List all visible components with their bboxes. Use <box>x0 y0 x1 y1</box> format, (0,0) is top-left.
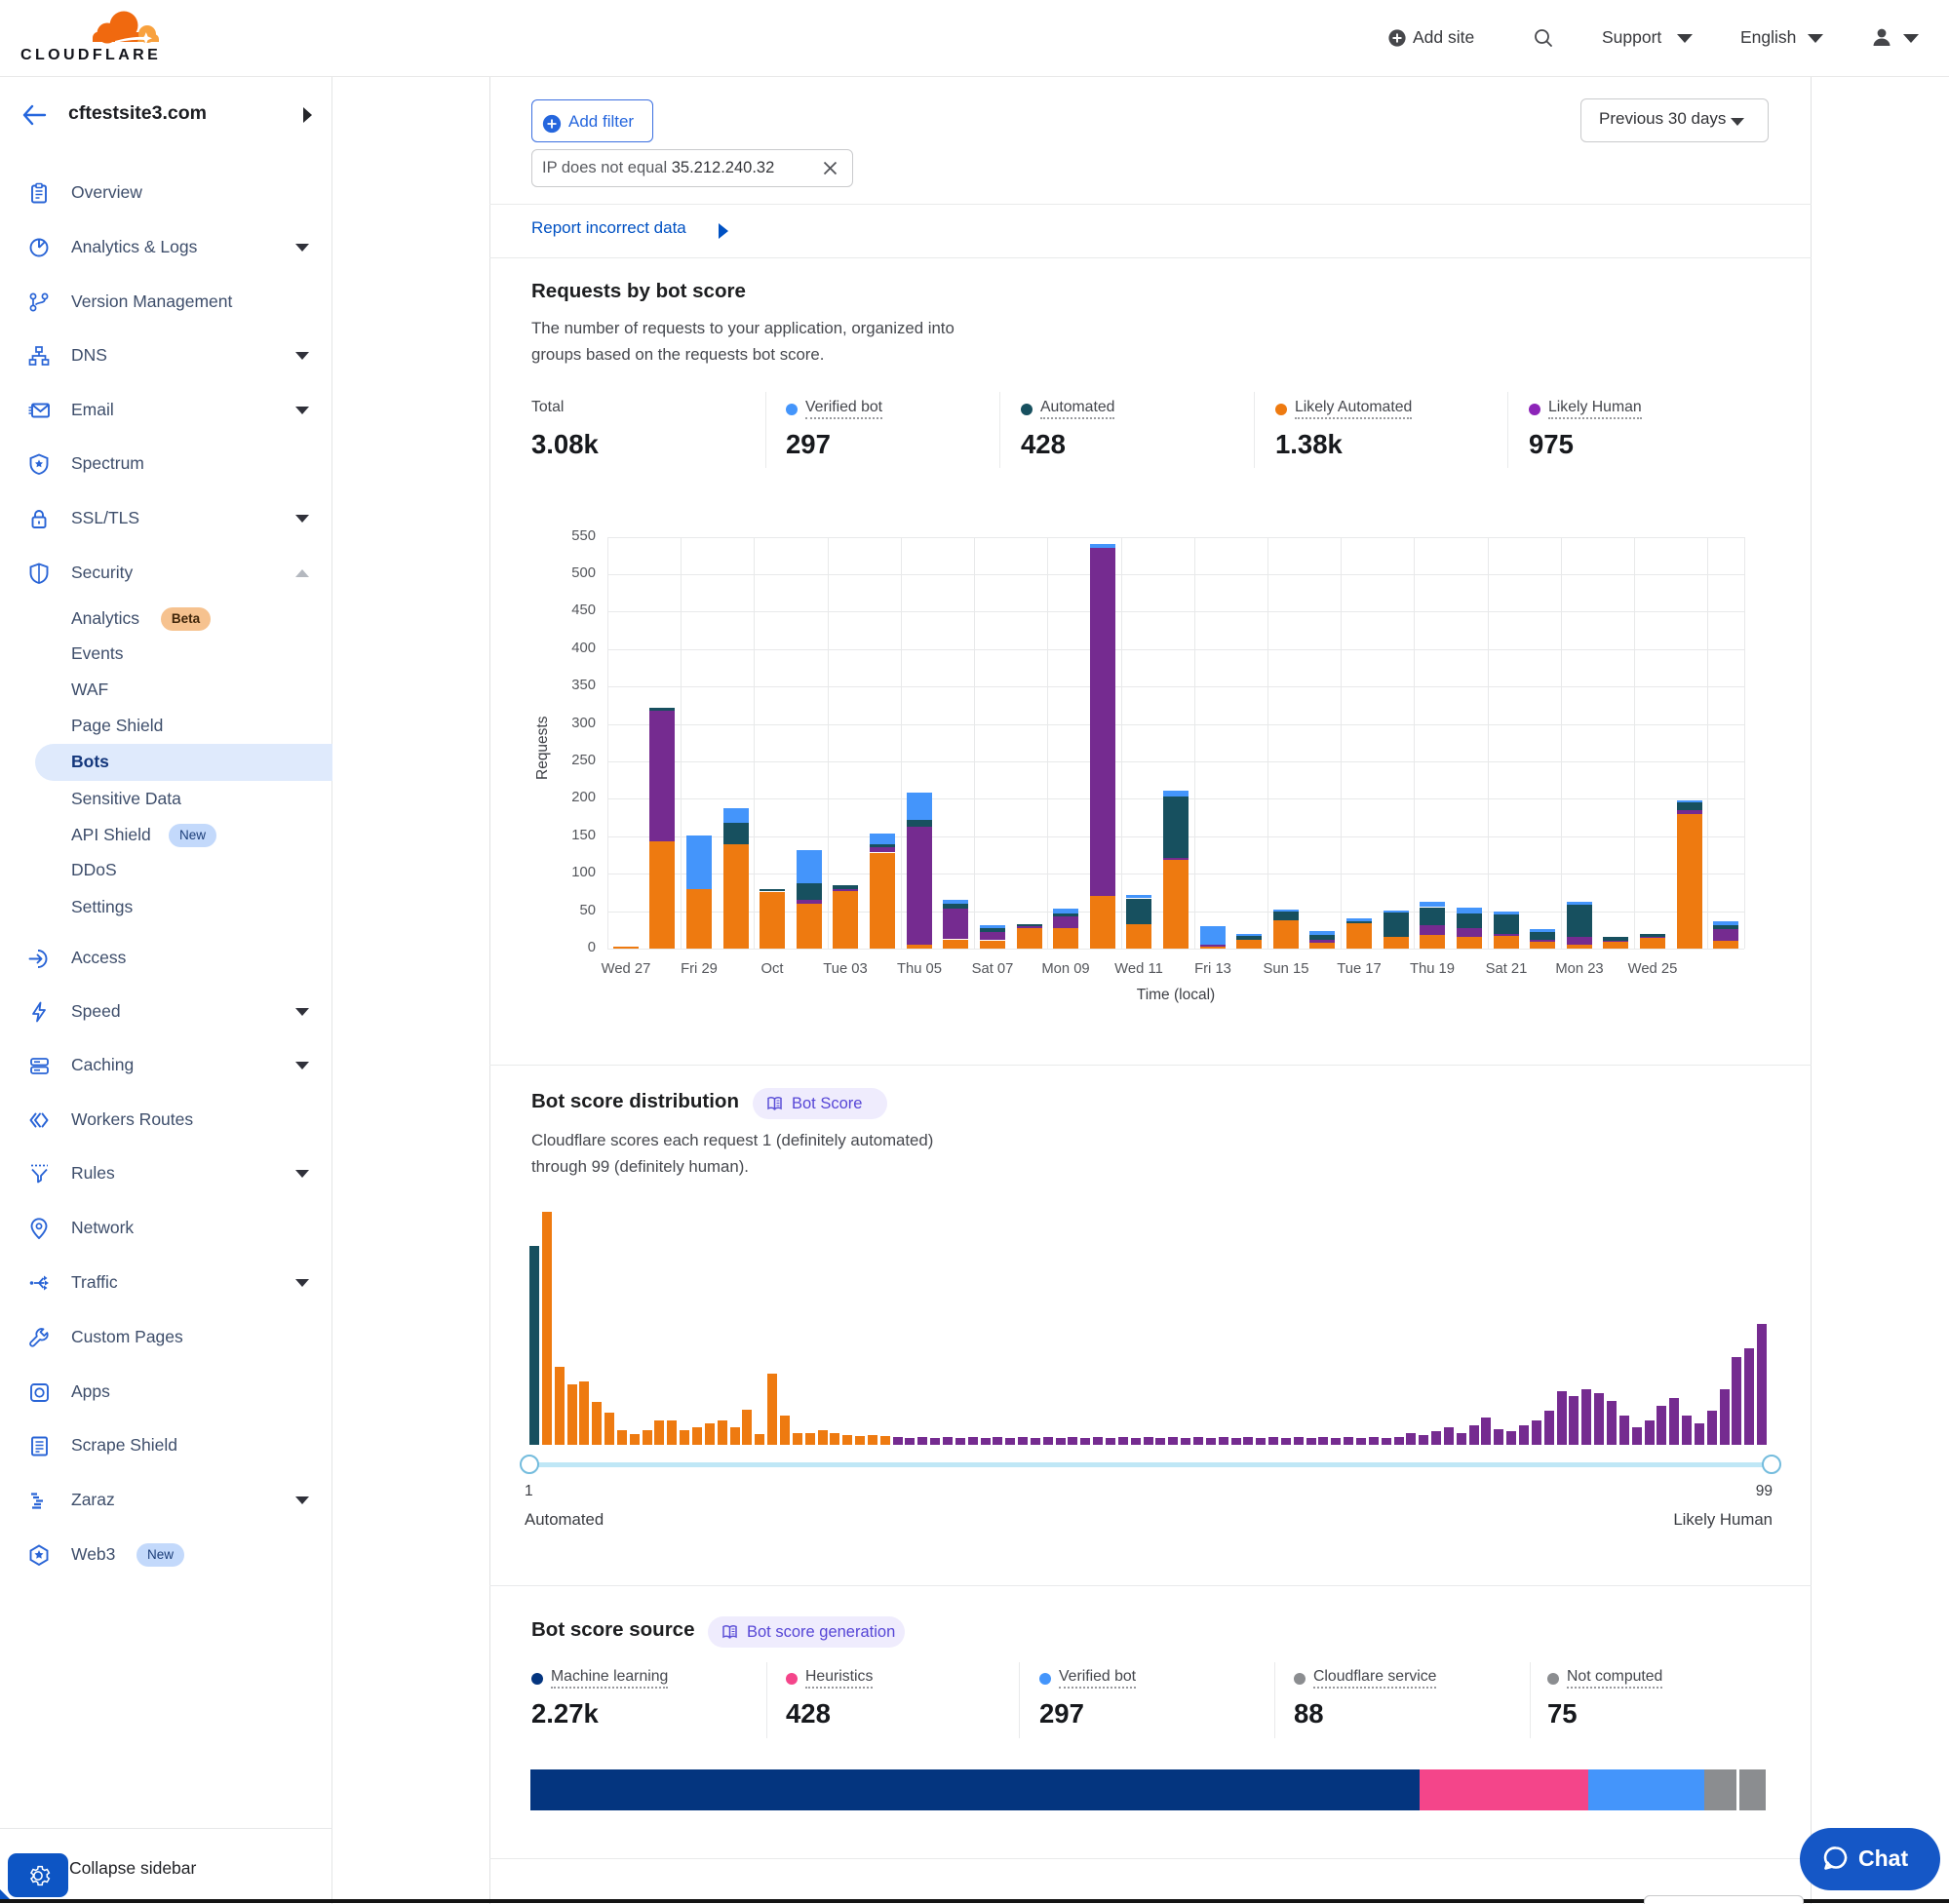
svg-text:CLOUDFLARE: CLOUDFLARE <box>20 47 160 63</box>
